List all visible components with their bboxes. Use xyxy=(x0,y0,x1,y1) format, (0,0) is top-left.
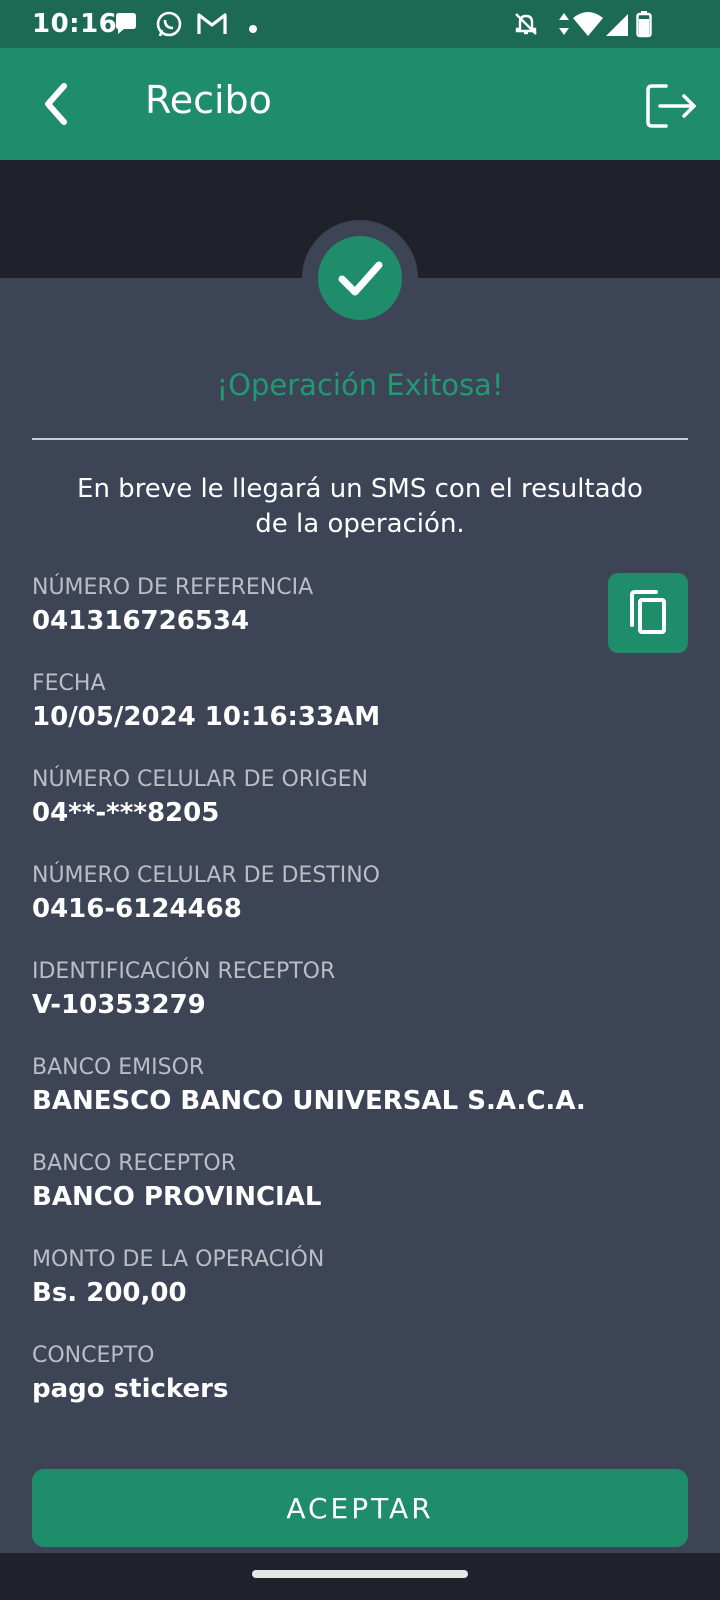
field-concept: CONCEPTO pago stickers xyxy=(32,1342,612,1438)
field-value: 041316726534 xyxy=(32,606,250,636)
field-destination-phone: NÚMERO CELULAR DE DESTINO 0416-6124468 xyxy=(32,862,612,958)
receipt-details: NÚMERO DE REFERENCIA 041316726534 FECHA … xyxy=(32,574,612,1438)
wifi-icon xyxy=(572,10,604,42)
success-badge xyxy=(318,236,402,320)
logout-button[interactable] xyxy=(642,76,702,136)
chevron-left-icon xyxy=(45,83,67,125)
status-bar: 10:16 xyxy=(0,0,720,48)
data-arrows-icon xyxy=(556,10,572,42)
mute-bell-icon xyxy=(512,10,540,42)
chat-bubble-icon xyxy=(112,10,140,42)
accept-button[interactable]: ACEPTAR xyxy=(32,1469,688,1547)
field-value: V-10353279 xyxy=(32,990,206,1020)
logout-icon xyxy=(646,84,696,128)
copy-icon xyxy=(630,590,666,634)
field-amount: MONTO DE LA OPERACIÓN Bs. 200,00 xyxy=(32,1246,612,1342)
field-label: NÚMERO CELULAR DE ORIGEN xyxy=(32,767,368,792)
field-label: BANCO EMISOR xyxy=(32,1055,205,1080)
field-value: BANCO PROVINCIAL xyxy=(32,1182,322,1212)
field-label: FECHA xyxy=(32,671,106,696)
page-title: Recibo xyxy=(145,78,272,122)
home-gesture-handle[interactable] xyxy=(252,1570,468,1578)
field-label: CONCEPTO xyxy=(32,1343,155,1368)
dot-icon xyxy=(248,19,258,38)
field-value: BANESCO BANCO UNIVERSAL S.A.C.A. xyxy=(32,1086,586,1116)
field-receiver-id: IDENTIFICACIÓN RECEPTOR V-10353279 xyxy=(32,958,612,1054)
field-label: IDENTIFICACIÓN RECEPTOR xyxy=(32,959,336,984)
signal-icon xyxy=(604,10,630,42)
field-value: 10/05/2024 10:16:33AM xyxy=(32,702,381,732)
success-title: ¡Operación Exitosa! xyxy=(216,368,504,402)
field-reference: NÚMERO DE REFERENCIA 041316726534 xyxy=(32,574,612,670)
field-label: NÚMERO CELULAR DE DESTINO xyxy=(32,863,380,888)
field-value: 0416-6124468 xyxy=(32,894,242,924)
app-bar: Recibo xyxy=(0,48,720,160)
field-label: NÚMERO DE REFERENCIA xyxy=(32,575,314,600)
sms-info-message: En breve le llegará un SMS con el result… xyxy=(77,474,643,539)
checkmark-icon xyxy=(338,261,383,296)
gmail-icon xyxy=(196,10,228,42)
battery-icon xyxy=(636,10,652,42)
field-value: Bs. 200,00 xyxy=(32,1278,187,1308)
system-nav-bar xyxy=(0,1553,720,1600)
field-issuing-bank: BANCO EMISOR BANESCO BANCO UNIVERSAL S.A… xyxy=(32,1054,612,1150)
field-value: pago stickers xyxy=(32,1374,229,1404)
field-label: MONTO DE LA OPERACIÓN xyxy=(32,1247,325,1272)
copy-reference-button[interactable] xyxy=(608,573,688,653)
divider xyxy=(32,438,688,440)
field-date: FECHA 10/05/2024 10:16:33AM xyxy=(32,670,612,766)
field-value: 04**-***8205 xyxy=(32,798,220,828)
back-button[interactable] xyxy=(36,74,96,134)
whatsapp-icon xyxy=(154,10,184,44)
field-label: BANCO RECEPTOR xyxy=(32,1151,237,1176)
field-origin-phone: NÚMERO CELULAR DE ORIGEN 04**-***8205 xyxy=(32,766,612,862)
field-receiving-bank: BANCO RECEPTOR BANCO PROVINCIAL xyxy=(32,1150,612,1246)
status-time: 10:16 xyxy=(32,9,118,39)
